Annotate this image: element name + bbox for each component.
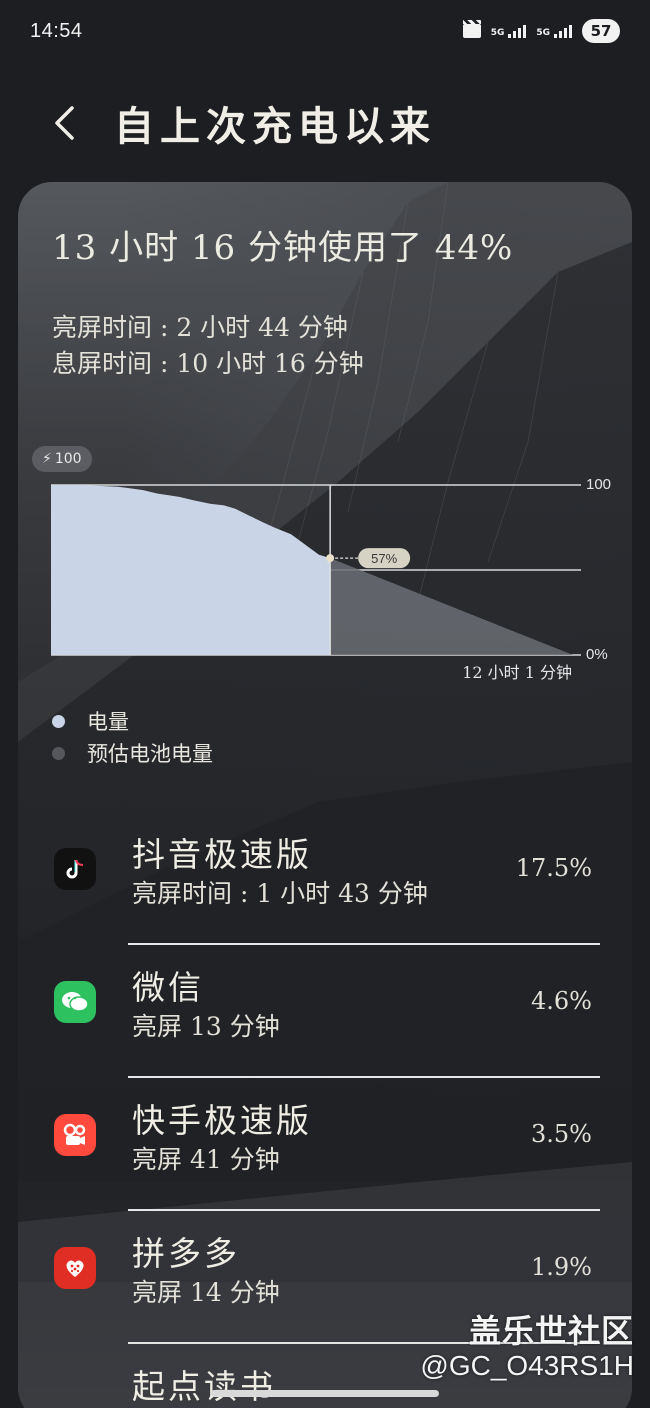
app-percent: 3.5% <box>531 1120 592 1148</box>
battery-chart: ⚡ 100 57% 100 0% 12 小时 1 分钟 <box>18 440 632 682</box>
legend-dot-charge <box>52 714 65 728</box>
app-name: 微信 <box>132 968 204 1007</box>
page-header: 自上次充电以来 <box>0 88 650 158</box>
app-name: 快手极速版 <box>132 1101 312 1140</box>
app-name: 起点读书 <box>132 1367 276 1406</box>
legend-item-charge: 电量 <box>52 705 213 737</box>
app-name: 拼多多 <box>132 1234 240 1273</box>
clapperboard-icon <box>462 20 481 38</box>
chart-svg: 57% 100 0% 12 小时 1 分钟 <box>51 476 611 682</box>
watermark-community: 盖乐世社区 <box>468 1313 634 1349</box>
network-type-2: 5G <box>536 27 550 38</box>
current-percent-label: 57% <box>371 551 397 566</box>
network-type-1: 5G <box>490 27 505 38</box>
status-bar: 14:54 5G 5G 57 <box>0 0 650 62</box>
app-screen-time: 亮屏时间 : 1 小时 43 分钟 <box>132 879 428 908</box>
bolt-icon: ⚡ <box>42 451 52 467</box>
legend-dot-estimate <box>52 746 65 760</box>
remaining-time-label: 12 小时 1 分钟 <box>462 663 572 680</box>
pinduoduo-icon <box>54 1247 96 1289</box>
y-tick-0: 0% <box>586 646 608 663</box>
usage-summary: 13 小时 16 分钟使用了 44% <box>52 228 514 268</box>
signal-icon-1: 5G <box>490 24 527 38</box>
legend-item-estimate: 预估电池电量 <box>52 737 213 769</box>
app-screen-time: 亮屏 13 分钟 <box>132 1012 280 1041</box>
screen-on-time: 亮屏时间 : 2 小时 44 分钟 <box>52 313 348 342</box>
douyin-icon <box>54 848 96 890</box>
y-tick-100: 100 <box>586 476 611 493</box>
app-percent: 4.6% <box>531 987 592 1015</box>
app-percent: 17.5% <box>515 854 592 882</box>
chevron-left-icon <box>55 106 74 140</box>
app-screen-time: 亮屏 14 分钟 <box>132 1278 280 1307</box>
back-button[interactable] <box>34 93 94 153</box>
battery-usage-card: 13 小时 16 分钟使用了 44% 亮屏时间 : 2 小时 44 分钟 息屏时… <box>18 182 632 1408</box>
charge-badge: ⚡ 100 <box>32 446 92 472</box>
app-percent: 1.9% <box>531 1253 592 1281</box>
status-icons: 5G 5G 57 <box>462 19 620 43</box>
screen-off-time: 息屏时间 : 10 小时 16 分钟 <box>52 349 364 378</box>
current-point <box>326 554 335 563</box>
wechat-icon <box>54 981 96 1023</box>
status-time: 14:54 <box>30 19 83 42</box>
legend-label-estimate: 预估电池电量 <box>87 742 213 766</box>
series-charge-area <box>51 485 331 655</box>
app-name: 抖音极速版 <box>132 835 312 874</box>
legend-label-charge: 电量 <box>87 710 129 734</box>
signal-icon-2: 5G <box>536 24 572 38</box>
kuaishou-icon <box>54 1114 96 1156</box>
charge-badge-value: 100 <box>54 451 82 467</box>
app-item-kuaishou[interactable]: 快手极速版 亮屏 41 分钟 3.5% <box>18 1078 632 1211</box>
app-screen-time: 亮屏 41 分钟 <box>132 1145 280 1174</box>
app-item-wechat[interactable]: 微信 亮屏 13 分钟 4.6% <box>18 945 632 1078</box>
battery-indicator: 57 <box>582 19 620 43</box>
series-estimate-area <box>330 558 573 655</box>
home-indicator[interactable] <box>211 1390 439 1397</box>
chart-legend: 电量 预估电池电量 <box>52 705 213 769</box>
app-item-douyin[interactable]: 抖音极速版 亮屏时间 : 1 小时 43 分钟 17.5% <box>18 812 632 945</box>
page-title: 自上次充电以来 <box>114 103 436 150</box>
watermark-user: @GC_O43RS1H <box>420 1350 634 1381</box>
